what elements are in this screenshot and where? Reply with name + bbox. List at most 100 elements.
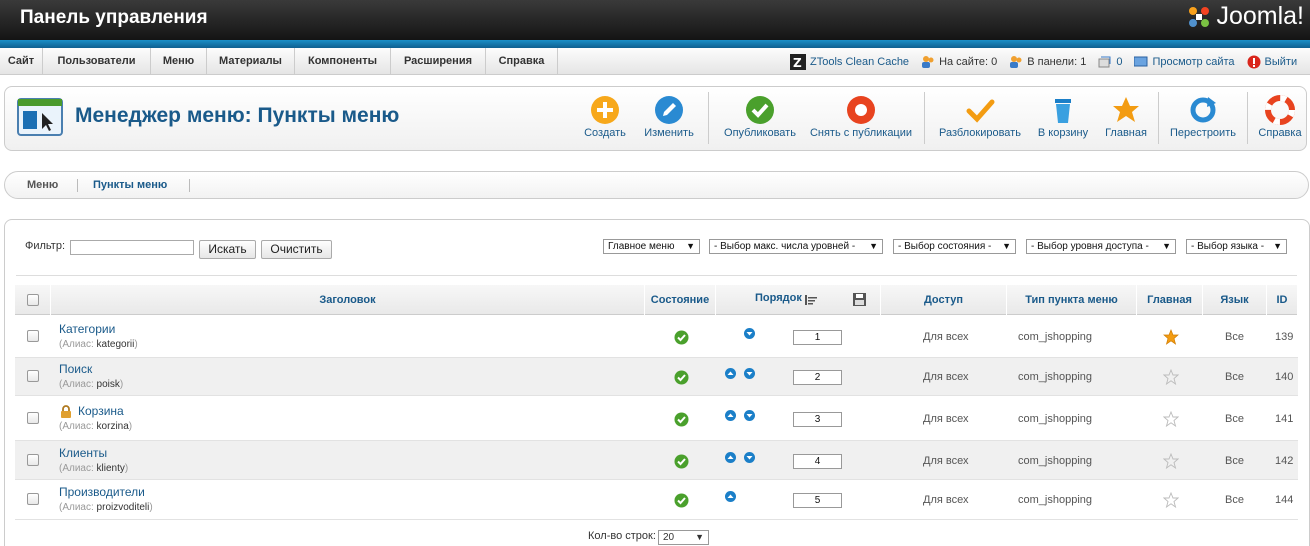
header-id[interactable]: ID: [1267, 285, 1298, 315]
row-checkbox[interactable]: [27, 493, 39, 505]
order-down-icon[interactable]: [744, 328, 755, 342]
row-title-link[interactable]: Клиенты: [59, 446, 107, 460]
header-type[interactable]: Тип пункта меню: [1007, 285, 1137, 315]
state-select[interactable]: - Выбор состояния - ▼: [893, 239, 1016, 254]
order-up-icon[interactable]: [725, 491, 736, 505]
unpublish-button[interactable]: Снять с публикации: [806, 87, 916, 150]
row-checkbox[interactable]: [27, 454, 39, 466]
row-alias: (Алиас: proizvoditeli): [59, 502, 153, 513]
set-home-star-icon[interactable]: [1163, 492, 1179, 508]
edit-button[interactable]: Изменить: [638, 87, 700, 150]
published-check-icon[interactable]: [674, 454, 689, 469]
row-access: Для всех: [923, 455, 969, 467]
menu-components[interactable]: Компоненты: [295, 48, 391, 75]
header-ordering[interactable]: Порядок: [716, 285, 881, 315]
access-select[interactable]: - Выбор уровня доступа - ▼: [1026, 239, 1176, 254]
order-input[interactable]: 5: [793, 493, 842, 508]
row-access: Для всех: [923, 413, 969, 425]
set-home-star-icon[interactable]: [1163, 453, 1179, 469]
table-row: Корзина (Алиас: korzina) 3 Для всех com_jsho…: [15, 396, 1298, 441]
published-check-icon[interactable]: [674, 412, 689, 427]
row-checkbox[interactable]: [27, 370, 39, 382]
order-up-icon[interactable]: [725, 368, 736, 382]
menu-select[interactable]: Главное меню ▼: [603, 239, 700, 254]
order-up-icon[interactable]: [725, 410, 736, 424]
row-id: 142: [1275, 455, 1294, 467]
admin-users-icon: [1010, 55, 1022, 68]
row-language: Все: [1225, 413, 1244, 425]
home-star-icon[interactable]: [1163, 329, 1179, 345]
lock-icon: [61, 405, 71, 418]
language-select[interactable]: - Выбор языка - ▼: [1186, 239, 1287, 254]
row-type: com_jshopping: [1018, 494, 1092, 506]
joomla-logo-text: Joomla!: [1216, 2, 1304, 30]
unlock-button[interactable]: Разблокировать: [932, 87, 1028, 150]
publish-button[interactable]: Опубликовать: [716, 87, 804, 150]
row-id: 144: [1275, 494, 1294, 506]
set-home-star-icon[interactable]: [1163, 411, 1179, 427]
row-title-link[interactable]: Поиск: [59, 362, 92, 376]
published-check-icon[interactable]: [674, 493, 689, 508]
row-title-link[interactable]: Категории: [59, 322, 115, 336]
menu-menus[interactable]: Меню: [151, 48, 207, 75]
select-all-checkbox[interactable]: [27, 294, 39, 306]
chevron-down-icon: ▼: [686, 241, 695, 251]
order-down-icon[interactable]: [744, 452, 755, 466]
star-icon: [1113, 97, 1139, 122]
order-input[interactable]: 4: [793, 454, 842, 469]
order-down-icon[interactable]: [744, 368, 755, 382]
row-title-link[interactable]: Производители: [59, 485, 145, 499]
order-down-icon[interactable]: [744, 410, 755, 424]
toolbar-divider: [1158, 92, 1159, 144]
published-check-icon[interactable]: [674, 370, 689, 385]
menu-help[interactable]: Справка: [486, 48, 558, 75]
messages-count[interactable]: 0: [1098, 55, 1122, 69]
lifebuoy-icon: [1265, 95, 1295, 125]
header-state[interactable]: Состояние: [645, 285, 716, 315]
header-title[interactable]: Заголовок: [51, 285, 645, 315]
clear-button[interactable]: Очистить: [261, 240, 332, 259]
trash-button[interactable]: В корзину: [1032, 87, 1094, 150]
header-select-all-cell: [15, 285, 51, 315]
header-home[interactable]: Главная: [1137, 285, 1203, 315]
set-home-star-icon[interactable]: [1163, 369, 1179, 385]
rows-per-page-select[interactable]: 20 ▼: [658, 530, 709, 545]
logout-link[interactable]: Выйти: [1247, 55, 1297, 69]
submenu-menu-items[interactable]: Пункты меню: [93, 172, 167, 198]
home-button[interactable]: Главная: [1096, 87, 1156, 150]
save-order-icon[interactable]: [853, 293, 866, 306]
row-title-link[interactable]: Корзина: [78, 404, 124, 418]
checkin-icon: [966, 99, 995, 123]
max-levels-select[interactable]: - Выбор макс. числа уровней - ▼: [709, 239, 883, 254]
menu-extensions[interactable]: Расширения: [391, 48, 486, 75]
row-checkbox[interactable]: [27, 330, 39, 342]
chevron-down-icon: ▼: [695, 532, 704, 542]
row-checkbox[interactable]: [27, 412, 39, 424]
ztools-clean-cache[interactable]: Z ZTools Clean Cache: [790, 53, 909, 70]
menu-users[interactable]: Пользователи: [43, 48, 151, 75]
rebuild-button[interactable]: Перестроить: [1163, 87, 1243, 150]
submenu-menus[interactable]: Меню: [27, 172, 58, 198]
table-row: Категории (Алиас: kategorii) 1 Для всех com_…: [15, 316, 1298, 358]
filter-search-input[interactable]: [70, 240, 194, 255]
messages-icon: [1098, 56, 1111, 67]
view-site-link[interactable]: Просмотр сайта: [1134, 56, 1235, 68]
users-in-panel: В панели: 1: [1009, 55, 1086, 69]
order-input[interactable]: 1: [793, 330, 842, 345]
main-menubar: Сайт Пользователи Меню Материалы Компоне…: [0, 48, 1310, 75]
search-button[interactable]: Искать: [199, 240, 256, 259]
help-button[interactable]: Справка: [1252, 87, 1308, 150]
order-input[interactable]: 2: [793, 370, 842, 385]
create-button[interactable]: Создать: [576, 87, 634, 150]
toolbar-divider: [924, 92, 925, 144]
toolbar-divider: [1247, 92, 1248, 144]
users-icon: [922, 55, 934, 68]
header-language[interactable]: Язык: [1203, 285, 1267, 315]
order-up-icon[interactable]: [725, 452, 736, 466]
menu-content[interactable]: Материалы: [207, 48, 295, 75]
menu-site[interactable]: Сайт: [0, 48, 43, 75]
row-access: Для всех: [923, 331, 969, 343]
published-check-icon[interactable]: [674, 330, 689, 345]
header-access[interactable]: Доступ: [881, 285, 1007, 315]
order-input[interactable]: 3: [793, 412, 842, 427]
